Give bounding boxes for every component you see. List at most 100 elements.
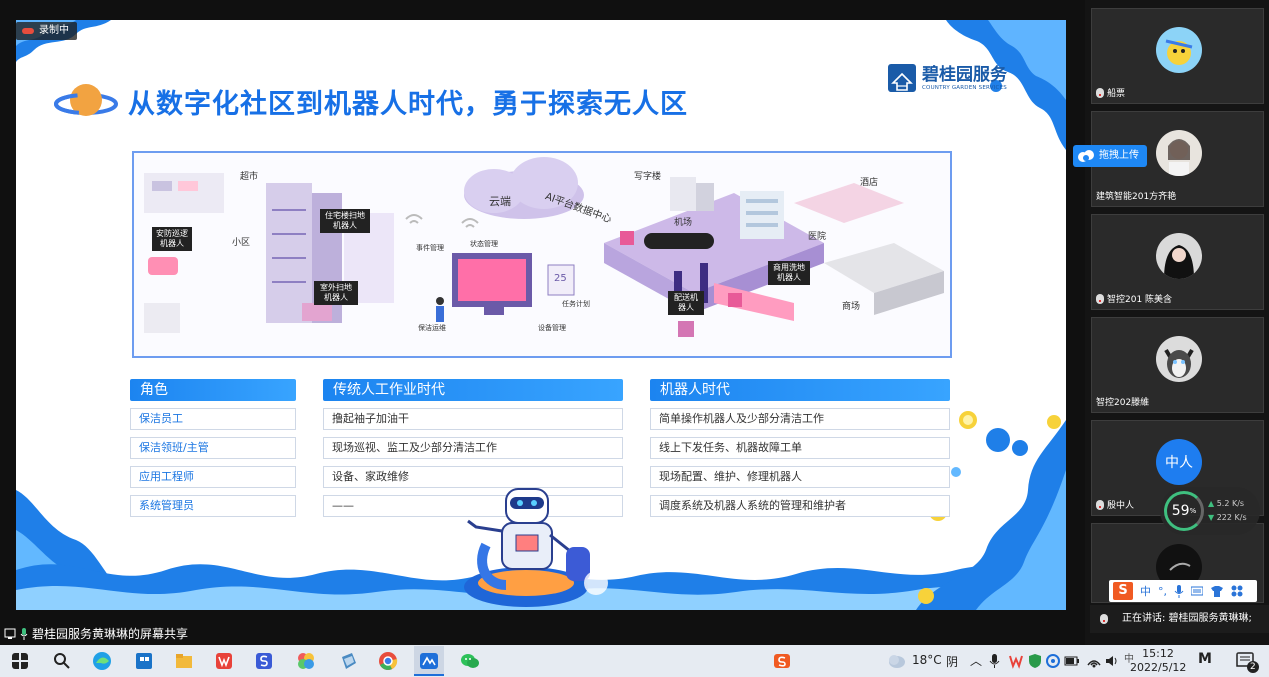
chrome-browser-icon[interactable]: [378, 651, 398, 671]
table-cell-role: 保洁领班/主管: [130, 437, 296, 459]
participant-tile[interactable]: 智控201 陈美含: [1091, 214, 1264, 310]
participant-name: 智控201 陈美含: [1107, 295, 1173, 305]
weather-description[interactable]: 阴: [946, 653, 958, 670]
microsoft-store-icon[interactable]: [134, 651, 154, 671]
clock-time: 15:12: [1142, 647, 1174, 660]
ime-punct-toggle[interactable]: °,: [1158, 585, 1167, 598]
ime-voice-icon[interactable]: [1174, 584, 1184, 598]
download-speed-unit: K/s: [1234, 513, 1247, 522]
participant-name: 船票: [1107, 89, 1126, 99]
mic-muted-icon: [1096, 293, 1104, 304]
search-icon[interactable]: [52, 651, 72, 671]
company-logo: 碧桂园服务 COUNTRY GARDEN SERVICES: [888, 64, 1007, 92]
smart-community-illustration: 超市 云端 AI平台数据中心 写字楼 酒店 小区 机场 医院 商场 事件管理 状…: [132, 151, 952, 358]
weather-icon: [889, 655, 905, 668]
screen-share-icon: [4, 628, 16, 639]
label-cleaning-ops: 保洁运维: [418, 324, 446, 332]
tray-security-icon[interactable]: [1046, 653, 1060, 669]
app-s-icon[interactable]: [254, 651, 274, 671]
cpu-percent: 59: [1171, 503, 1190, 519]
table-cell-traditional: 现场巡视、监工及少部分清洁工作: [323, 437, 623, 459]
tray-wps-icon[interactable]: [1008, 653, 1024, 669]
meeting-app-icon: [420, 653, 438, 669]
recording-badge[interactable]: 录制中: [16, 22, 77, 40]
avatar: 中人: [1156, 439, 1202, 485]
participant-name: 殷中人: [1107, 501, 1135, 511]
wps-office-icon[interactable]: [214, 651, 234, 671]
ime-toolbar: S 中 °,: [1109, 580, 1257, 602]
table-cell-role: 应用工程师: [130, 466, 296, 488]
cpu-usage-ring: 59%: [1164, 491, 1204, 531]
table-cell-traditional: 撸起袖子加油干: [323, 408, 623, 430]
mic-muted-icon: [1096, 87, 1104, 98]
label-cloud: 云端: [489, 195, 511, 208]
tag-mall-clean: 商用洗地机器人: [768, 261, 810, 285]
upload-arrow-icon: ▲: [1208, 499, 1215, 508]
sogou-tray-icon[interactable]: [772, 651, 792, 671]
clock[interactable]: 15:12 2022/5/12: [1130, 647, 1186, 675]
tray-battery-icon[interactable]: [1064, 653, 1080, 669]
screen: 录制中 从数字化社区到机器人时代，勇于探索无人区 碧桂园服务 COUNTRY G…: [0, 0, 1269, 677]
screen-share-view: 录制中 从数字化社区到机器人时代，勇于探索无人区 碧桂园服务 COUNTRY G…: [0, 0, 1085, 645]
windows-start-icon[interactable]: [12, 653, 28, 669]
label-device-mgmt: 设备管理: [538, 324, 566, 332]
label-event-mgmt: 事件管理: [416, 244, 444, 252]
ime-skin-icon[interactable]: [1210, 585, 1224, 597]
drag-upload-button[interactable]: 拖拽上传: [1073, 145, 1147, 167]
upload-speed: 5.2: [1216, 499, 1230, 508]
participant-tile[interactable]: 船票: [1091, 8, 1264, 104]
tag-delivery-robot: 配送机器人: [668, 291, 704, 315]
cloud-upload-icon: [1078, 150, 1094, 162]
table-cell-robot-era: 调度系统及机器人系统的管理和维护者: [650, 495, 950, 517]
avatar: [1156, 233, 1202, 279]
download-speed: 222: [1216, 513, 1232, 522]
file-explorer-icon[interactable]: [174, 651, 194, 671]
share-caption-text: 碧桂园服务黄琳琳的屏幕共享: [32, 627, 189, 641]
tray-shield-icon[interactable]: [1028, 653, 1042, 669]
participant-name: 建筑智能201方齐艳: [1096, 192, 1177, 202]
label-mall: 商场: [842, 302, 861, 312]
participant-name: 智控202滕維: [1096, 398, 1150, 408]
label-status-mgmt: 状态管理: [470, 240, 498, 248]
tag-indoor-clean: 住宅楼扫地机器人: [320, 209, 370, 233]
weather-temperature[interactable]: 18°C: [912, 653, 942, 667]
company-name: 碧桂园服务: [922, 64, 1007, 85]
network-monitor-widget[interactable]: 59% ▲ 5.2 K/s ▼ 222 K/s: [1160, 487, 1260, 535]
tray-ime-indicator[interactable]: M: [1198, 651, 1212, 667]
drag-upload-label: 拖拽上传: [1099, 150, 1139, 161]
col-header-traditional: 传统人工作业时代: [323, 379, 623, 401]
robot-mascot-illustration: [464, 488, 608, 607]
label-supermarket: 超市: [240, 172, 259, 182]
tray-network-icon[interactable]: [1086, 653, 1102, 669]
col-header-robot-era: 机器人时代: [650, 379, 950, 401]
ime-mode-toggle[interactable]: 中: [1140, 583, 1151, 599]
tray-overflow-chevron-icon[interactable]: ︿: [970, 652, 982, 669]
participants-panel: 船票 建筑智能201方齐艳 智控201 陈美含 智控202滕維 中人 殷中人: [1085, 0, 1269, 645]
tray-volume-icon[interactable]: [1104, 653, 1120, 669]
label-community: 小区: [232, 238, 251, 248]
ime-toolbox-icon[interactable]: [1231, 585, 1243, 597]
label-hospital: 医院: [808, 232, 827, 242]
download-arrow-icon: ▼: [1208, 513, 1215, 522]
edge-browser-icon[interactable]: [92, 651, 112, 671]
presentation-slide: 从数字化社区到机器人时代，勇于探索无人区 碧桂园服务 COUNTRY GARDE…: [16, 20, 1066, 610]
company-name-en: COUNTRY GARDEN SERVICES: [922, 84, 1007, 91]
photos-app-icon[interactable]: [296, 651, 316, 671]
participant-tile[interactable]: 智控202滕維: [1091, 317, 1264, 413]
avatar: [1156, 130, 1202, 176]
virtualbox-icon[interactable]: [338, 651, 358, 671]
company-logo-icon: [888, 64, 916, 92]
speaker-mic-icon: [1100, 614, 1108, 624]
sogou-logo-icon[interactable]: S: [1113, 582, 1133, 600]
label-hotel: 酒店: [860, 178, 879, 188]
active-speaker-bar: 正在讲话: 碧桂园服务黄琳琳;: [1090, 605, 1269, 633]
upload-speed-unit: K/s: [1231, 499, 1245, 508]
tray-mic-icon[interactable]: [988, 653, 1002, 669]
avatar: [1156, 27, 1202, 73]
tag-security-robot: 安防巡逻机器人: [152, 227, 192, 251]
recording-icon: [22, 28, 34, 34]
taskbar-active-app[interactable]: [414, 646, 444, 676]
ime-keyboard-icon[interactable]: [1191, 585, 1203, 597]
wechat-icon[interactable]: [460, 651, 480, 671]
notification-count-badge: 2: [1247, 661, 1259, 673]
